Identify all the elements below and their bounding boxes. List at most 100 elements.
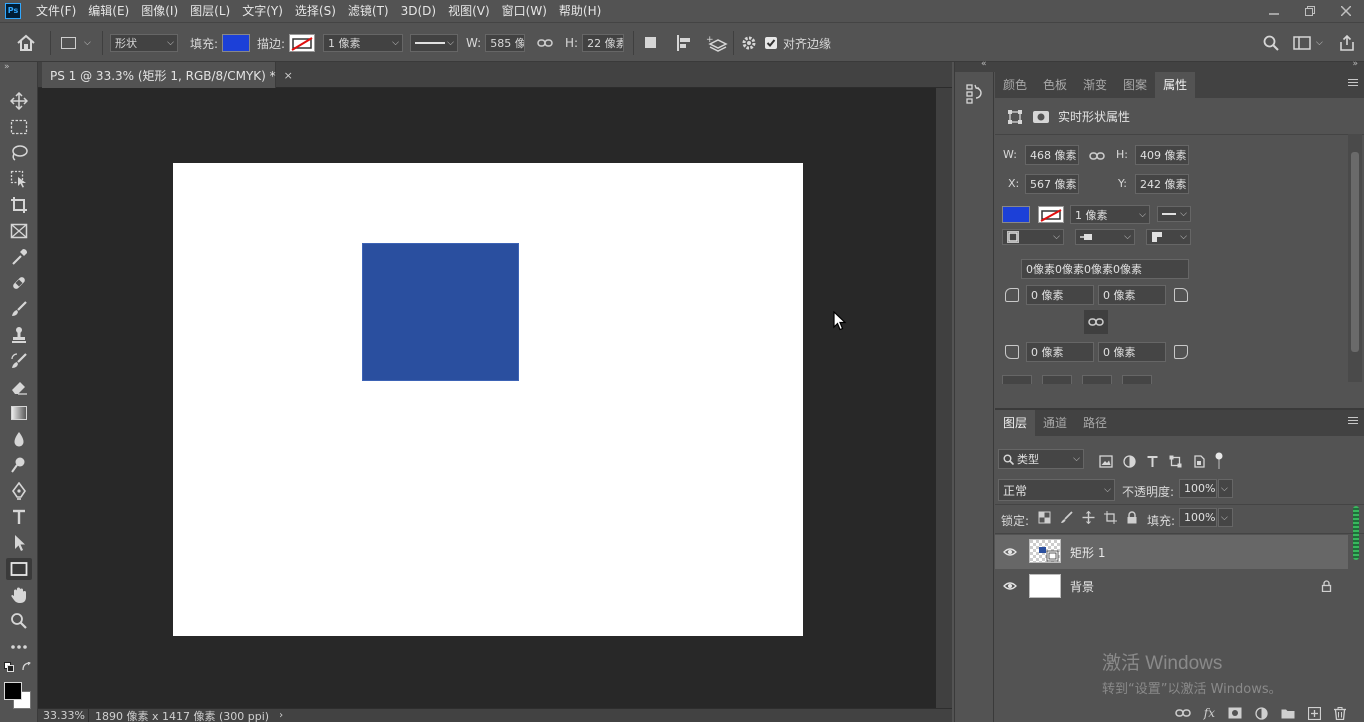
layer-thumbnail[interactable] — [1029, 574, 1061, 598]
type-tool[interactable] — [6, 506, 32, 528]
close-button[interactable] — [1328, 0, 1364, 22]
stroke-type-select[interactable]: ⌵ — [410, 34, 458, 52]
collapse-panels-icon[interactable]: » — [1352, 59, 1358, 69]
minimize-button[interactable] — [1256, 0, 1292, 22]
prop-x-input[interactable]: 567 像素 — [1025, 174, 1079, 194]
layer-filter-select[interactable]: 类型 ⌵ — [998, 449, 1084, 469]
fill-opacity-input[interactable]: 100% — [1179, 508, 1217, 527]
dodge-tool[interactable] — [6, 454, 32, 476]
prop-stroke-width-input[interactable]: 1 像素 ⌵ — [1070, 205, 1150, 224]
link-layers-button[interactable] — [1175, 708, 1191, 718]
path-selection-tool[interactable] — [6, 532, 32, 554]
move-tool[interactable] — [6, 90, 32, 112]
new-group-button[interactable] — [1281, 708, 1295, 719]
panel-menu-icon[interactable] — [1348, 79, 1358, 88]
eraser-tool[interactable] — [6, 376, 32, 398]
prop-fill-swatch[interactable] — [1002, 206, 1030, 223]
prop-width-input[interactable]: 468 像素 — [1025, 145, 1079, 165]
properties-scrollbar[interactable] — [1348, 134, 1362, 382]
layers-scroll-thumb[interactable] — [1353, 506, 1359, 560]
tab-layers[interactable]: 图层 — [995, 410, 1036, 436]
smart-object-filter-icon[interactable] — [1192, 454, 1205, 468]
properties-scroll-thumb[interactable] — [1351, 152, 1359, 352]
tab-gradients[interactable]: 渐变 — [1075, 72, 1115, 98]
tab-color[interactable]: 颜色 — [995, 72, 1035, 98]
prop-stroke-type-select[interactable]: ⌵ — [1157, 206, 1191, 222]
layers-menu-icon[interactable] — [1348, 417, 1358, 426]
link-dimensions-button[interactable] — [537, 23, 553, 63]
blend-mode-select[interactable]: 正常 ⌵ — [998, 479, 1115, 501]
tab-swatches[interactable]: 色板 — [1035, 72, 1075, 98]
clone-stamp-tool[interactable] — [6, 324, 32, 346]
search-button[interactable] — [1263, 23, 1279, 63]
brush-tool[interactable] — [6, 298, 32, 320]
collapse-toolbar-icon[interactable]: » — [4, 62, 10, 72]
healing-brush-tool[interactable] — [6, 272, 32, 294]
layers-scrollbar[interactable] — [1350, 502, 1362, 562]
layer-style-button[interactable]: fx — [1204, 706, 1215, 720]
link-corners-button[interactable] — [1084, 310, 1108, 334]
corner-top-right-input[interactable]: 0 像素 — [1098, 285, 1166, 305]
menu-3d[interactable]: 3D(D) — [395, 0, 442, 22]
tool-mode-select[interactable]: 形状 ⌵ — [110, 34, 178, 52]
lasso-tool[interactable] — [6, 142, 32, 164]
lock-artboard-icon[interactable] — [1104, 511, 1117, 524]
path-alignment-button[interactable] — [676, 23, 694, 63]
stroke-width-input[interactable]: 1 像素 ⌵ — [323, 34, 403, 52]
corner-radius-combined-input[interactable]: 0像素0像素0像素0像素 — [1021, 259, 1189, 279]
expand-panels-icon[interactable]: « — [981, 59, 987, 69]
menu-file[interactable]: 文件(F) — [30, 0, 82, 22]
stroke-caps-select[interactable]: ⌵ — [1075, 229, 1135, 245]
corner-bottom-right-input[interactable]: 0 像素 — [1098, 342, 1166, 362]
canvas-area[interactable] — [38, 88, 936, 708]
intersect-shapes-button[interactable] — [1082, 375, 1112, 384]
rectangle-tool[interactable] — [6, 558, 32, 580]
stroke-align-select[interactable]: ⌵ — [1002, 229, 1064, 245]
status-menu-arrow[interactable]: › — [279, 710, 283, 721]
combine-shapes-button[interactable] — [1002, 375, 1032, 384]
menu-edit[interactable]: 编辑(E) — [82, 0, 135, 22]
rectangle-shape[interactable] — [362, 243, 519, 381]
align-edges-checkbox[interactable] — [765, 37, 777, 49]
stroke-color-swatch[interactable] — [289, 34, 316, 52]
photoshop-logo[interactable]: Ps — [5, 3, 21, 19]
filter-toggle-icon[interactable] — [1215, 452, 1223, 470]
frame-tool[interactable] — [6, 220, 32, 242]
share-button[interactable] — [1338, 23, 1356, 63]
height-input[interactable]: 22 像素 — [582, 34, 625, 52]
exclude-shapes-button[interactable] — [1122, 375, 1152, 384]
gradient-tool[interactable] — [6, 402, 32, 424]
menu-layer[interactable]: 图层(L) — [184, 0, 236, 22]
opacity-dropdown[interactable]: ⌵ — [1218, 479, 1233, 498]
crop-tool[interactable] — [6, 194, 32, 216]
opacity-input[interactable]: 100% — [1179, 479, 1217, 498]
foreground-color-swatch[interactable] — [4, 682, 22, 700]
delete-layer-button[interactable] — [1334, 706, 1346, 720]
menu-window[interactable]: 窗口(W) — [496, 0, 553, 22]
home-button[interactable] — [16, 23, 36, 63]
canvas-vertical-scrollbar[interactable] — [936, 88, 952, 708]
hand-tool[interactable] — [6, 584, 32, 606]
add-mask-button[interactable] — [1228, 707, 1242, 719]
lock-icon[interactable] — [1321, 580, 1332, 592]
menu-select[interactable]: 选择(S) — [289, 0, 342, 22]
history-panel-button[interactable] — [965, 82, 985, 107]
type-filter-icon[interactable] — [1146, 455, 1159, 468]
layer-name[interactable]: 矩形 1 — [1070, 544, 1105, 561]
eye-icon[interactable] — [1003, 581, 1017, 591]
lock-transparent-pixels-icon[interactable] — [1038, 511, 1051, 524]
object-selection-tool[interactable] — [6, 168, 32, 190]
pixel-filter-icon[interactable] — [1099, 454, 1113, 468]
history-brush-tool[interactable] — [6, 350, 32, 372]
lock-position-icon[interactable] — [1082, 511, 1095, 524]
prop-height-input[interactable]: 409 像素 — [1135, 145, 1189, 165]
width-input[interactable]: 585 像 — [485, 34, 526, 52]
fill-color-swatch[interactable] — [222, 34, 251, 52]
tab-properties[interactable]: 属性 — [1155, 72, 1196, 98]
zoom-level[interactable]: 33.33% — [38, 709, 88, 722]
layer-row[interactable]: 矩形 1 — [995, 535, 1348, 569]
adjustment-filter-icon[interactable] — [1123, 454, 1136, 468]
tab-channels[interactable]: 通道 — [1035, 410, 1075, 436]
layer-row[interactable]: 背景 — [995, 569, 1348, 603]
tool-preset-picker[interactable]: ⌵ — [60, 23, 91, 63]
